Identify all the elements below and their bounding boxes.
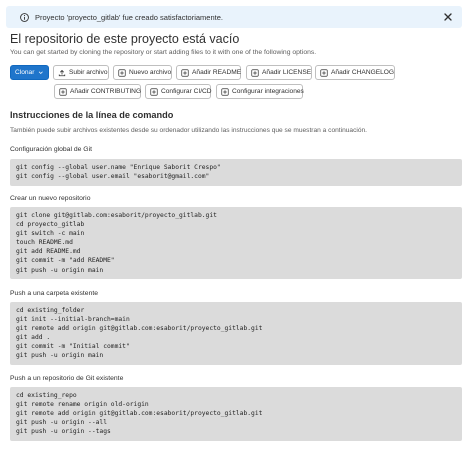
code-line: git config --global user.name "Enrique S… [16,164,221,171]
add-readme-label: Añadir README [192,69,242,76]
add-license-button[interactable]: Añadir LICENSE [246,65,312,80]
block-title-new-repo: Crear un nuevo repositorio [10,195,91,202]
page-title: El repositorio de este proyecto está vac… [10,32,240,46]
plus-square-icon [59,87,67,96]
code-block-existing-repo[interactable]: cd existing_repo git remote rename origi… [10,387,462,441]
code-line: git commit -m "add README" [16,257,115,265]
plus-square-icon [150,87,158,96]
add-readme-button[interactable]: Añadir README [176,65,241,80]
code-line: git switch -c main [16,230,85,238]
plus-square-icon [221,87,229,96]
instructions-title: Instrucciones de la línea de comando [10,110,174,120]
chevron-down-icon [39,71,44,75]
code-line: git push -u origin --all [16,419,107,427]
plus-square-icon [320,68,328,77]
code-block-existing-folder[interactable]: cd existing_folder git init --initial-br… [10,302,462,365]
page-subtitle: You can get started by cloning the repos… [10,49,317,56]
upload-file-button[interactable]: Subir archivo [53,65,109,80]
code-line: git commit -m "Initial commit" [16,343,130,351]
code-line: git init --initial-branch=main [16,316,130,324]
close-icon[interactable] [442,11,454,23]
code-block-new-repo[interactable]: git clone git@gitlab.com:esaborit/proyec… [10,207,462,279]
plus-square-icon [118,68,126,77]
code-line: git add README.md [16,248,81,256]
code-block-global-config[interactable]: git config --global user.name "Enrique S… [10,159,462,186]
configure-cicd-button[interactable]: Configurar CI/CD [145,84,212,99]
clone-dropdown-button[interactable]: Clonar [10,65,49,80]
block-title-existing-folder: Push a una carpeta existente [10,290,99,297]
code-line: git config --global user.email "esaborit… [16,173,210,181]
add-license-label: Añadir LICENSE [262,69,312,76]
code-line: git add . [16,334,51,342]
block-title-global-config: Configuración global de Git [10,146,92,153]
configure-cicd-label: Configurar CI/CD [161,88,212,95]
alert-message: Proyecto 'proyecto_gitlab' fue creado sa… [35,12,223,22]
add-contributing-label: Añadir CONTRIBUTING [70,88,142,95]
add-changelog-button[interactable]: Añadir CHANGELOG [315,65,395,80]
plus-square-icon [251,68,259,77]
code-line: git remote add origin git@gitlab.com:esa… [16,325,263,333]
info-icon [20,12,29,22]
code-line: cd existing_folder [16,307,85,314]
block-title-existing-repo: Push a un repositorio de Git existente [10,375,124,382]
plus-square-icon [181,68,189,77]
instructions-description: También puede subir archivos existentes … [10,127,368,134]
code-line: git clone git@gitlab.com:esaborit/proyec… [16,212,217,219]
clone-button-label: Clonar [15,69,35,76]
code-line: git remote rename origin old-origin [16,401,149,409]
configure-integrations-button[interactable]: Configurar integraciones [216,84,304,99]
code-line: git push -u origin main [16,266,104,274]
code-line: git push -u origin --tags [16,428,111,436]
new-file-label: Nuevo archivo [129,69,172,76]
code-line: cd proyecto_gitlab [16,221,85,229]
configure-integrations-label: Configurar integraciones [232,88,304,95]
upload-file-label: Subir archivo [69,69,108,76]
success-alert: Proyecto 'proyecto_gitlab' fue creado sa… [6,6,462,28]
code-line: git remote add origin git@gitlab.com:esa… [16,410,263,418]
code-line: git push -u origin main [16,352,104,360]
code-line: touch README.md [16,239,73,247]
new-file-button[interactable]: Nuevo archivo [113,65,172,80]
add-contributing-button[interactable]: Añadir CONTRIBUTING [54,84,141,99]
upload-icon [58,69,66,76]
code-line: cd existing_repo [16,392,77,399]
add-changelog-label: Añadir CHANGELOG [331,69,395,76]
